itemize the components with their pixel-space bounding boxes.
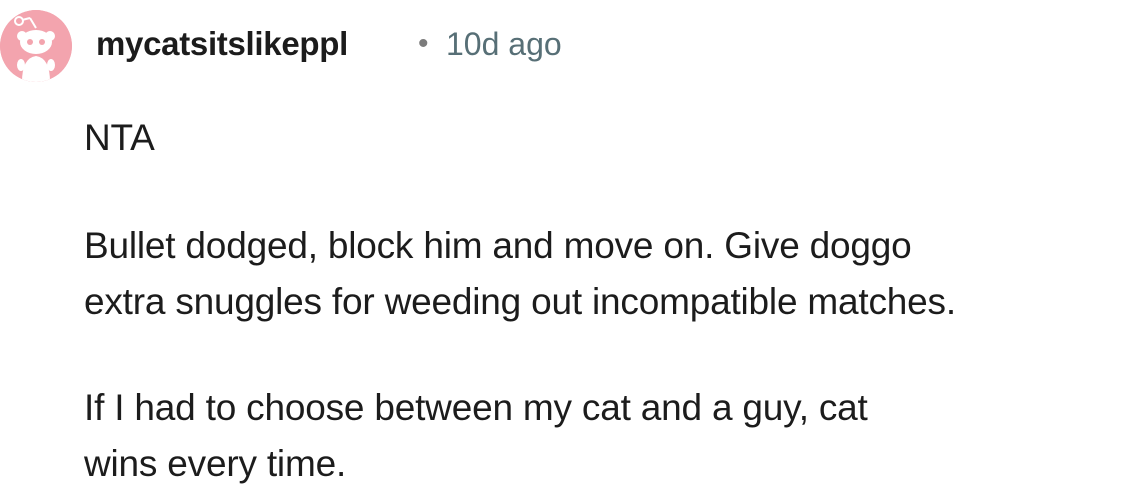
avatar[interactable] xyxy=(0,10,72,82)
separator-dot: • xyxy=(418,27,429,60)
comment-timestamp[interactable]: 10d ago xyxy=(446,24,562,64)
comment-paragraph-advice: Bullet dodged, block him and move on. Gi… xyxy=(84,218,956,330)
comment-paragraph-choice-text: If I had to choose between my cat and a … xyxy=(84,387,868,484)
comment-paragraph-choice: If I had to choose between my cat and a … xyxy=(84,380,868,492)
comment-paragraph-advice-text: Bullet dodged, block him and move on. Gi… xyxy=(84,225,956,322)
comment-header: mycatsitslikeppl • 10d ago xyxy=(0,0,1130,90)
reddit-snoo-avatar-icon xyxy=(0,10,72,82)
comment-author[interactable]: mycatsitslikeppl xyxy=(96,24,348,64)
comment: mycatsitslikeppl • 10d ago NTA Bullet do… xyxy=(0,0,1130,489)
comment-paragraph-verdict: NTA xyxy=(84,117,155,158)
